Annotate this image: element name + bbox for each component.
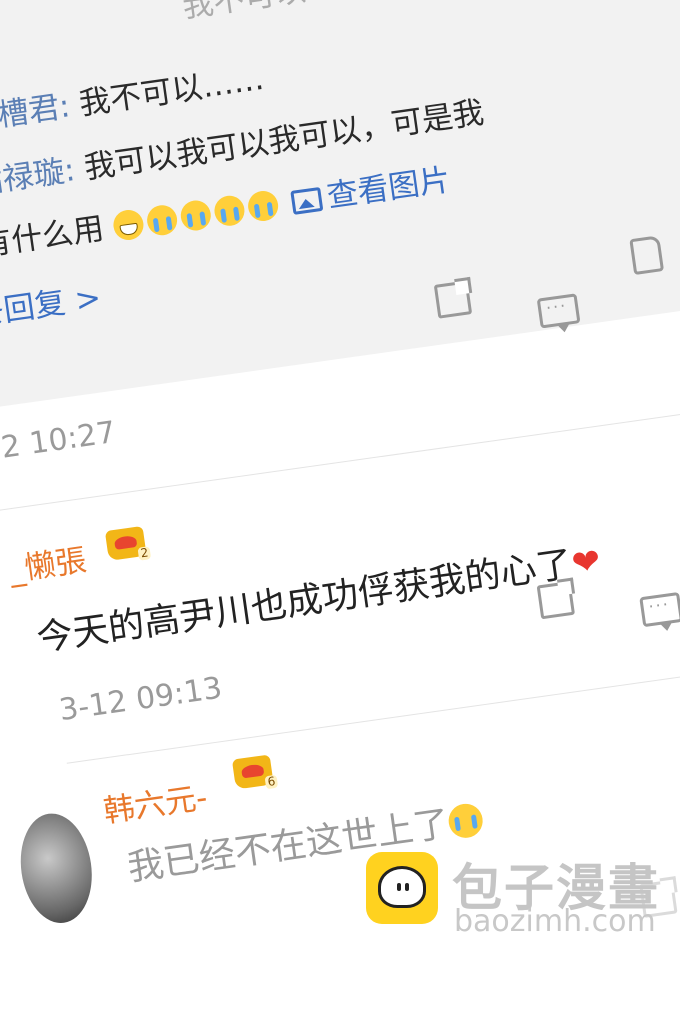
crown-badge-icon: 2 bbox=[104, 525, 152, 561]
comment-username[interactable]: 韩六元- bbox=[100, 772, 209, 831]
level-number: 6 bbox=[264, 774, 279, 790]
image-icon bbox=[290, 186, 324, 215]
comment-username[interactable]: _懒張 bbox=[6, 534, 89, 589]
comment-icon[interactable] bbox=[639, 591, 680, 628]
bun-icon bbox=[378, 866, 426, 908]
crying-emoji bbox=[145, 203, 179, 238]
comment-text-content: 今天的高尹川也成功俘获我的心了 bbox=[34, 543, 575, 660]
crying-emoji bbox=[178, 198, 213, 233]
watermark-url: baozimh.com bbox=[454, 904, 656, 939]
level-number: 2 bbox=[137, 545, 152, 561]
like-icon[interactable] bbox=[629, 235, 665, 276]
grinning-emoji bbox=[111, 208, 146, 242]
watermark-logo bbox=[366, 852, 438, 924]
crown-badge-icon: 6 bbox=[231, 754, 279, 790]
crying-emoji bbox=[446, 801, 485, 841]
comment-time: 12 10:27 bbox=[0, 414, 118, 469]
heart-emoji: ❤ bbox=[569, 540, 604, 585]
comment-icon[interactable] bbox=[536, 293, 581, 329]
crying-emoji bbox=[246, 189, 280, 223]
share-icon[interactable] bbox=[433, 280, 473, 319]
share-icon[interactable] bbox=[536, 580, 576, 620]
comment-time: 3-12 09:13 bbox=[56, 670, 225, 729]
avatar[interactable] bbox=[13, 808, 99, 928]
crying-emoji bbox=[212, 193, 247, 228]
